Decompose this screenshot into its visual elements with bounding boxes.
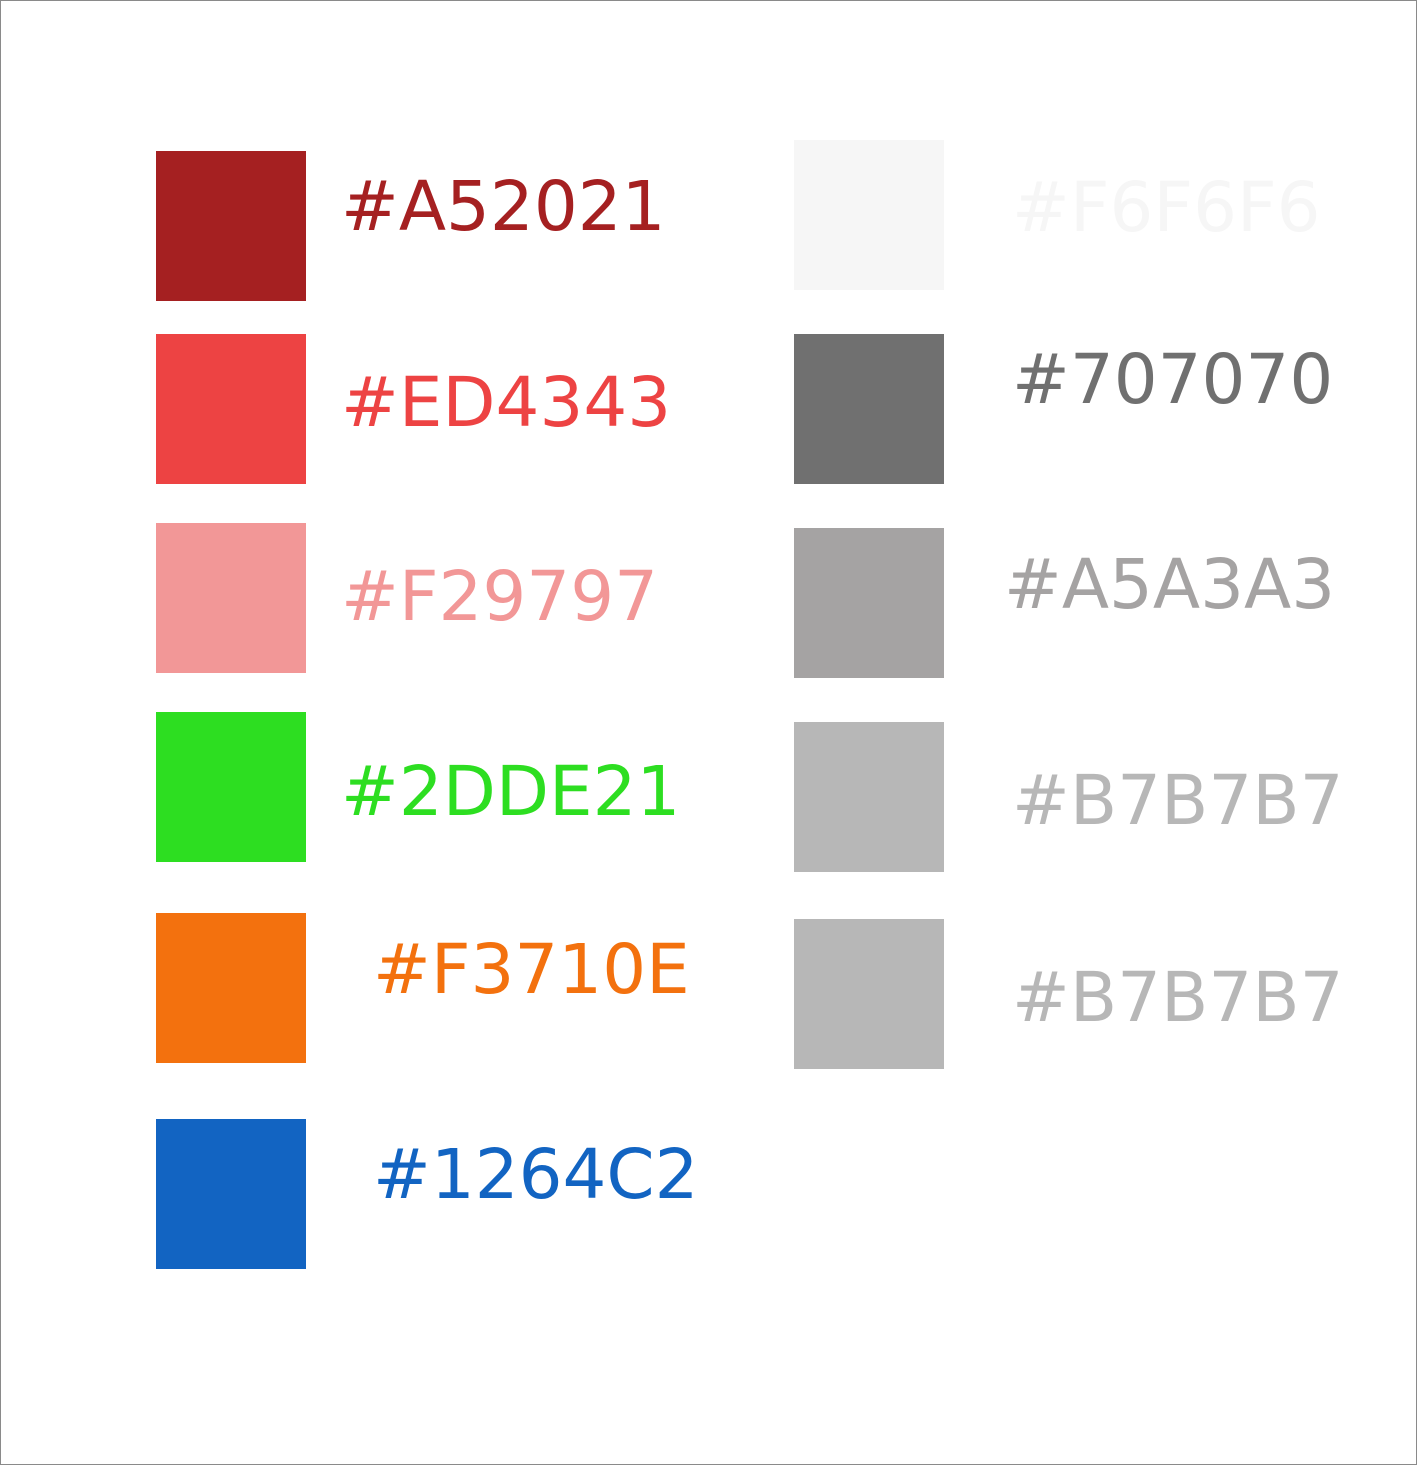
hex-label-left-3: #F29797 (341, 557, 659, 637)
color-palette: #A52021 #ED4343 #F29797 #2DDE21 #F3710E … (0, 0, 1417, 1465)
swatch-left-5 (156, 913, 306, 1063)
hex-label-right-5: #B7B7B7 (1012, 958, 1344, 1038)
swatch-left-1 (156, 151, 306, 301)
hex-label-right-4: #B7B7B7 (1012, 761, 1344, 841)
hex-label-left-1: #A52021 (341, 167, 666, 247)
swatch-right-1 (794, 140, 944, 290)
hex-label-left-6: #1264C2 (373, 1135, 699, 1215)
swatch-right-5 (794, 919, 944, 1069)
hex-label-right-1: #F6F6F6 (1012, 168, 1321, 248)
swatch-right-3 (794, 528, 944, 678)
swatch-right-2 (794, 334, 944, 484)
hex-label-left-4: #2DDE21 (341, 752, 681, 832)
hex-label-left-5: #F3710E (373, 930, 690, 1010)
swatch-left-4 (156, 712, 306, 862)
swatch-right-4 (794, 722, 944, 872)
swatch-left-6 (156, 1119, 306, 1269)
swatch-left-2 (156, 334, 306, 484)
swatch-left-3 (156, 523, 306, 673)
hex-label-right-3: #A5A3A3 (1004, 545, 1336, 625)
hex-label-right-2: #707070 (1012, 340, 1334, 420)
hex-label-left-2: #ED4343 (341, 363, 672, 443)
